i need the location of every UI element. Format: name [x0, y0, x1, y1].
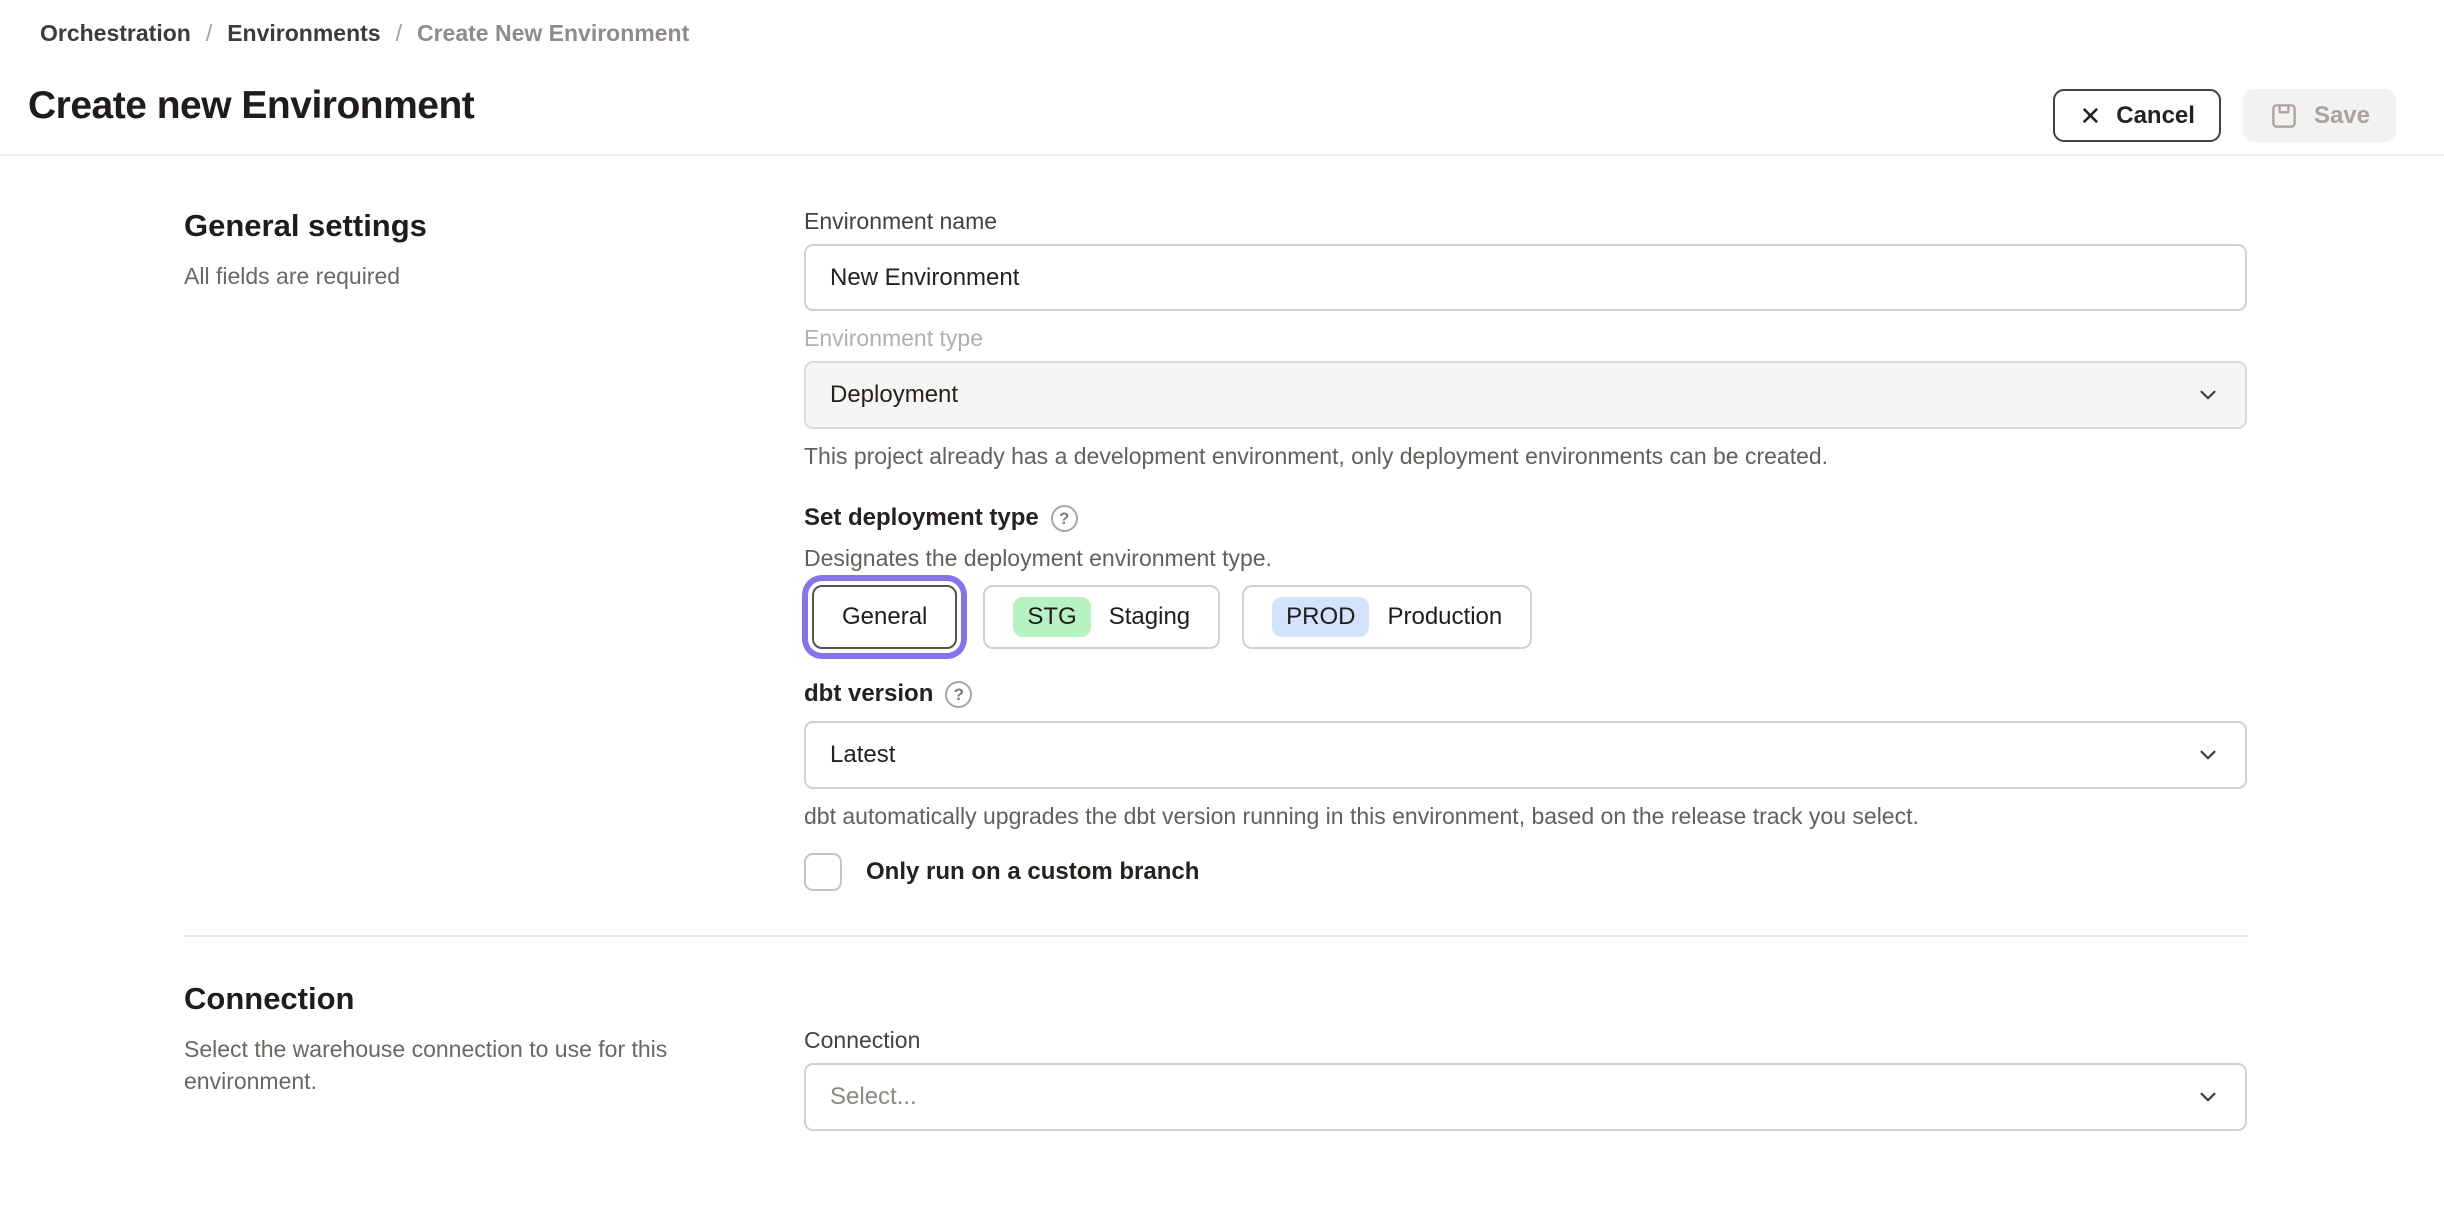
environment-type-select[interactable]: Deployment [804, 361, 2247, 429]
connection-intro: Connection Select the warehouse connecti… [184, 979, 804, 1131]
deployment-type-label: Set deployment type [804, 504, 1039, 531]
header-actions: ✕ Cancel Save [2053, 89, 2396, 142]
deployment-type-field: Set deployment type ? Designates the dep… [804, 501, 2247, 649]
environment-name-label: Environment name [804, 208, 998, 234]
breadcrumb-current-page: Create New Environment [416, 20, 690, 46]
chevron-down-icon [2200, 1092, 2216, 1102]
cancel-label: Cancel [2116, 101, 2195, 129]
connection-placeholder: Select... [830, 1083, 917, 1110]
main-content: General settings All fields are required… [0, 156, 2444, 1131]
save-label: Save [2313, 101, 2370, 129]
chevron-down-icon [2200, 390, 2216, 400]
staging-badge: STG [1013, 597, 1091, 637]
dbt-version-value: Latest [830, 741, 896, 768]
deployment-type-production-label: Production [1387, 603, 1503, 630]
custom-branch-label[interactable]: Only run on a custom branch [866, 858, 1199, 886]
deployment-type-general-label: General [842, 603, 928, 630]
custom-branch-field: Only run on a custom branch [804, 853, 2247, 891]
connection-section: Connection Select the warehouse connecti… [0, 979, 2444, 1131]
environment-name-input[interactable] [804, 244, 2247, 311]
create-environment-page: Orchestration / Environments / Create Ne… [0, 0, 2444, 1131]
general-settings-form: Environment name Environment type Deploy… [804, 206, 2247, 891]
dbt-version-select[interactable]: Latest [804, 721, 2247, 789]
deployment-type-label-row: Set deployment type ? [804, 501, 2247, 535]
section-divider [184, 935, 2247, 937]
close-icon: ✕ [2079, 100, 2102, 131]
save-button[interactable]: Save [2242, 89, 2396, 142]
environment-type-value: Deployment [830, 381, 959, 408]
save-icon [2272, 103, 2296, 128]
dbt-version-label-row: dbt version ? [804, 677, 2247, 711]
chevron-down-icon [2200, 750, 2216, 760]
breadcrumb-environments[interactable]: Environments [227, 20, 380, 47]
deployment-type-helper: Designates the deployment environment ty… [804, 545, 1272, 571]
page-header: Orchestration / Environments / Create Ne… [0, 0, 2444, 156]
general-settings-subheading: All fields are required [184, 263, 401, 289]
connection-form: Connection Select... [804, 979, 2247, 1131]
general-settings-heading: General settings [184, 208, 427, 243]
breadcrumb-orchestration[interactable]: Orchestration [40, 20, 191, 47]
environment-name-field: Environment name [804, 206, 2247, 311]
breadcrumb-separator: / [205, 20, 213, 46]
general-settings-intro: General settings All fields are required [184, 206, 804, 891]
connection-subheading: Select the warehouse connection to use f… [184, 1036, 668, 1094]
dbt-version-label: dbt version [804, 680, 934, 707]
dbt-version-field: dbt version ? Latest dbt automatically u… [804, 677, 2247, 831]
environment-type-helper: This project already has a development e… [804, 443, 1829, 469]
deployment-type-staging-label: Staging [1108, 603, 1191, 630]
production-badge: PROD [1272, 597, 1370, 637]
page-title: Create new Environment [28, 84, 475, 127]
deployment-type-options: General STG Staging PROD Production [804, 585, 2247, 649]
breadcrumb-separator: / [395, 20, 402, 46]
help-icon[interactable]: ? [1050, 504, 1078, 532]
environment-type-label: Environment type [804, 325, 983, 351]
connection-select[interactable]: Select... [804, 1063, 2247, 1131]
deployment-type-general-button[interactable]: General [812, 585, 958, 649]
breadcrumb: Orchestration / Environments / Create Ne… [40, 20, 689, 47]
help-icon[interactable]: ? [945, 680, 973, 708]
connection-label: Connection [804, 1027, 921, 1053]
environment-type-field: Environment type Deployment This project… [804, 323, 2247, 471]
connection-heading: Connection [184, 981, 355, 1016]
general-settings-section: General settings All fields are required… [0, 206, 2444, 891]
deployment-type-production-button[interactable]: PROD Production [1242, 585, 1533, 649]
dbt-version-helper: dbt automatically upgrades the dbt versi… [804, 803, 1919, 829]
custom-branch-checkbox[interactable] [804, 853, 842, 891]
deployment-type-staging-button[interactable]: STG Staging [983, 585, 1221, 649]
cancel-button[interactable]: ✕ Cancel [2053, 89, 2221, 142]
